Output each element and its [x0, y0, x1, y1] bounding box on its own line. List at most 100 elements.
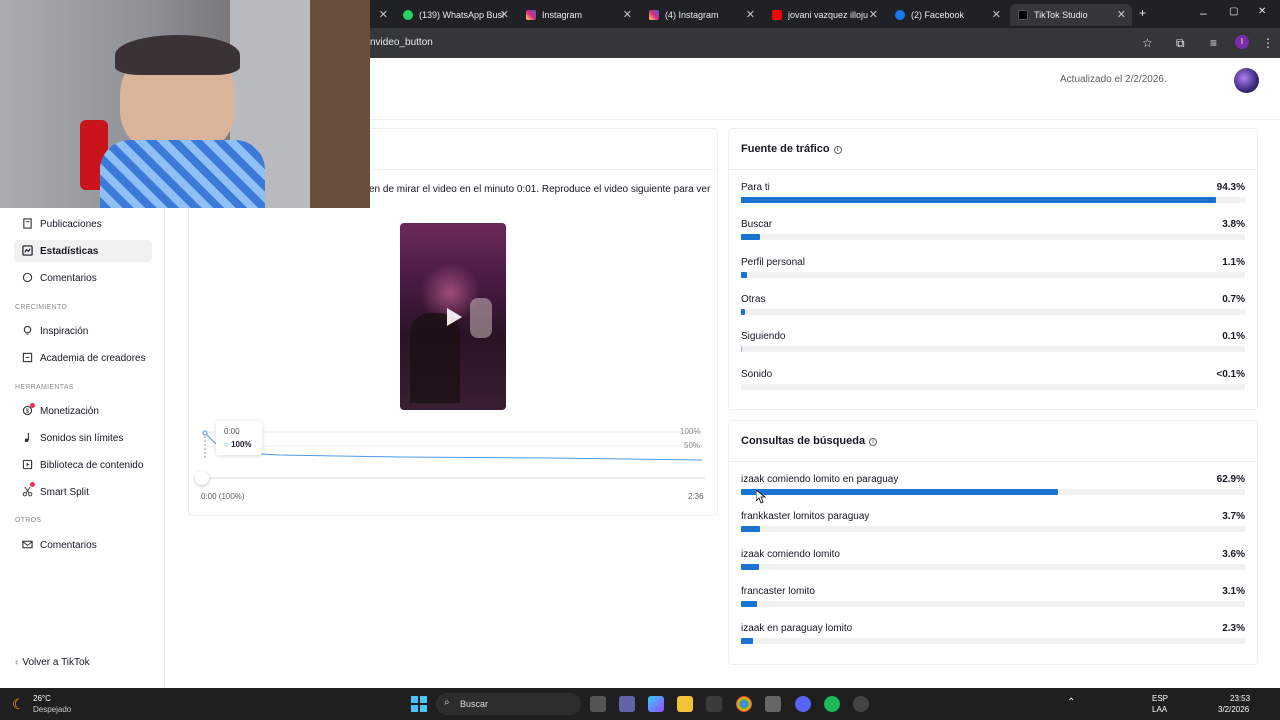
- video-thumbnail[interactable]: [400, 223, 506, 410]
- copilot-icon[interactable]: [648, 696, 664, 712]
- extensions-icon[interactable]: ⧉: [1176, 36, 1185, 51]
- tab-instagram[interactable]: Instagram ✕: [518, 4, 638, 26]
- wooden-door: [310, 0, 370, 208]
- row-label: frankkaster lomitos paraguay: [741, 511, 870, 523]
- sidebar-item-sonidos[interactable]: Sonidos sin límites: [14, 427, 152, 449]
- library-icon: [22, 459, 33, 470]
- close-icon[interactable]: ✕: [623, 8, 632, 21]
- timeline-handle[interactable]: [195, 471, 209, 485]
- tab-youtube[interactable]: jovani vazquez illojun ✕: [764, 4, 884, 26]
- minimize-button[interactable]: –: [1200, 6, 1207, 20]
- spotify-icon[interactable]: [824, 696, 840, 712]
- progress-fill: [741, 308, 745, 315]
- bookmark-star-icon[interactable]: ☆: [1142, 36, 1153, 50]
- maximize-button[interactable]: ▢: [1229, 6, 1238, 17]
- info-icon[interactable]: i: [833, 146, 842, 154]
- tab-close-partial[interactable]: ✕: [372, 4, 390, 26]
- store-icon[interactable]: [706, 696, 722, 712]
- divider: [729, 169, 1257, 170]
- close-icon[interactable]: ✕: [1117, 8, 1126, 21]
- progress-fill: [741, 234, 761, 241]
- discord-icon[interactable]: [795, 696, 811, 712]
- facebook-icon: [895, 10, 905, 20]
- sidebar-item-label: Comentarios: [40, 272, 97, 284]
- bullet-icon: ○: [224, 440, 229, 449]
- clock-date[interactable]: 3/2/2026: [1218, 705, 1249, 714]
- close-icon[interactable]: ✕: [746, 8, 755, 21]
- person-hair: [115, 35, 240, 75]
- tab-label: jovani vazquez illojun: [788, 10, 868, 20]
- row-value: 94.3%: [1216, 182, 1245, 193]
- tab-instagram-4[interactable]: (4) Instagram ✕: [641, 4, 761, 26]
- instagram-icon: [649, 10, 659, 20]
- new-tab-button[interactable]: +: [1139, 6, 1146, 20]
- tab-facebook[interactable]: (2) Facebook ✕: [887, 4, 1007, 26]
- chart-icon: [22, 245, 33, 256]
- timeline-track[interactable]: [200, 477, 705, 479]
- retention-chart: [202, 430, 703, 461]
- webcam-overlay: [0, 0, 370, 208]
- clock-time[interactable]: 23:53: [1230, 694, 1250, 703]
- person-silhouette: [470, 298, 492, 338]
- row-value: 3.8%: [1222, 219, 1245, 231]
- search-icon: ⌕: [444, 697, 450, 708]
- timeline-start: 0:00 (100%): [201, 492, 245, 501]
- settings-icon[interactable]: [853, 696, 869, 712]
- chevron-up-icon[interactable]: ⌃: [1067, 697, 1075, 708]
- row-label: Para ti: [741, 182, 770, 193]
- sidebar-item-comentarios[interactable]: Comentarios: [14, 267, 152, 289]
- search-label: Buscar: [460, 699, 489, 709]
- chart-tooltip: 0:00 ○ 100%: [216, 421, 262, 455]
- sidebar-item-label: Sonidos sin límites: [40, 432, 124, 444]
- sidebar-item-label: Academia de creadores: [40, 352, 146, 364]
- avatar[interactable]: [1234, 68, 1259, 93]
- progress-track: [741, 563, 1245, 570]
- close-window-button[interactable]: ✕: [1258, 6, 1266, 17]
- row-label: Buscar: [741, 219, 773, 231]
- profile-avatar[interactable]: I: [1235, 35, 1249, 49]
- retention-hint: en de mirar el video en el minuto 0:01. …: [369, 184, 711, 195]
- progress-track: [741, 308, 1245, 315]
- music-icon: [24, 432, 29, 443]
- sidebar-item-comentarios-otros[interactable]: Comentarios: [14, 534, 152, 556]
- row-value: 3.7%: [1222, 511, 1245, 523]
- close-icon[interactable]: ✕: [992, 8, 1001, 21]
- windows-start-icon[interactable]: [411, 696, 427, 712]
- close-icon[interactable]: ✕: [869, 8, 878, 21]
- sidebar-item-biblioteca[interactable]: Biblioteca de contenido: [14, 454, 152, 476]
- progress-track: [741, 234, 1245, 241]
- more-menu-icon[interactable]: ⋮: [1262, 36, 1274, 50]
- tab-tiktok-studio[interactable]: TikTok Studio ✕: [1010, 4, 1132, 26]
- instagram-icon: [526, 10, 536, 20]
- region-code[interactable]: LAA: [1152, 705, 1167, 714]
- sidebar-item-label: Publicaciones: [40, 218, 102, 230]
- file-explorer-icon[interactable]: [677, 696, 693, 712]
- teams-icon[interactable]: [619, 696, 635, 712]
- row-label: Perfil personal: [741, 256, 805, 268]
- sidebar-item-estadisticas[interactable]: Estadísticas: [14, 240, 152, 262]
- play-icon[interactable]: [445, 307, 463, 332]
- row-label: izaak comiendo lomito en paraguay: [741, 474, 899, 485]
- task-view-icon[interactable]: [590, 696, 606, 712]
- taskbar-search[interactable]: ⌕ Buscar: [436, 693, 581, 715]
- close-icon[interactable]: ✕: [500, 8, 509, 21]
- sidebar-item-label: Inspiración: [40, 325, 89, 337]
- app-icon[interactable]: [765, 696, 781, 712]
- sidebar-item-inspiracion[interactable]: Inspiración: [14, 320, 152, 342]
- axis-label-50: 50%: [684, 441, 701, 450]
- windows-taskbar: ☾ 26°C Despejado ⌕ Buscar ⌃ ESP LAA 23:5…: [0, 688, 1280, 720]
- info-icon[interactable]: i: [869, 438, 878, 446]
- sidebar-item-publicaciones[interactable]: Publicaciones: [14, 213, 152, 235]
- media-control-icon[interactable]: ≡: [1210, 36, 1217, 50]
- chrome-icon[interactable]: [736, 696, 752, 712]
- url-text[interactable]: nvideo_button: [370, 37, 433, 48]
- language-code[interactable]: ESP: [1152, 694, 1168, 703]
- weather-desc[interactable]: Despejado: [33, 705, 71, 714]
- whatsapp-icon: [403, 10, 413, 20]
- weather-temp[interactable]: 26°C: [33, 694, 51, 703]
- sidebar-item-academia[interactable]: Academia de creadores: [14, 347, 152, 369]
- tab-whatsapp[interactable]: (139) WhatsApp Busi ✕: [395, 4, 515, 26]
- back-to-tiktok-link[interactable]: ‹ Volver a TikTok: [15, 657, 90, 668]
- person-shirt: [100, 140, 265, 208]
- progress-fill: [741, 197, 1217, 203]
